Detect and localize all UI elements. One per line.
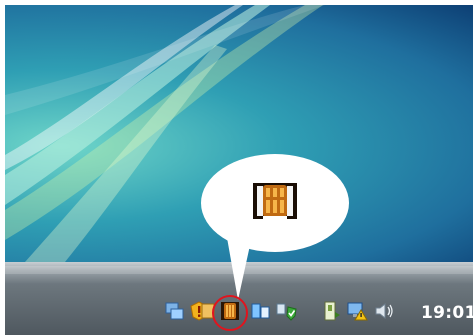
highlight-circle <box>212 295 248 331</box>
safely-remove-hardware-icon[interactable] <box>320 300 342 322</box>
callout-balloon <box>201 154 349 300</box>
network-connections-icon[interactable] <box>163 300 185 322</box>
display-warning-icon[interactable] <box>346 300 368 322</box>
screen: 19:01 <box>0 0 473 335</box>
defender-shield-icon[interactable] <box>276 300 298 322</box>
taskbar-clock[interactable]: 19:01 <box>421 303 473 323</box>
volume-icon[interactable] <box>373 300 395 322</box>
pcmcia-device-icon-enlarged <box>253 183 297 219</box>
pc-card-icon[interactable] <box>250 300 272 322</box>
